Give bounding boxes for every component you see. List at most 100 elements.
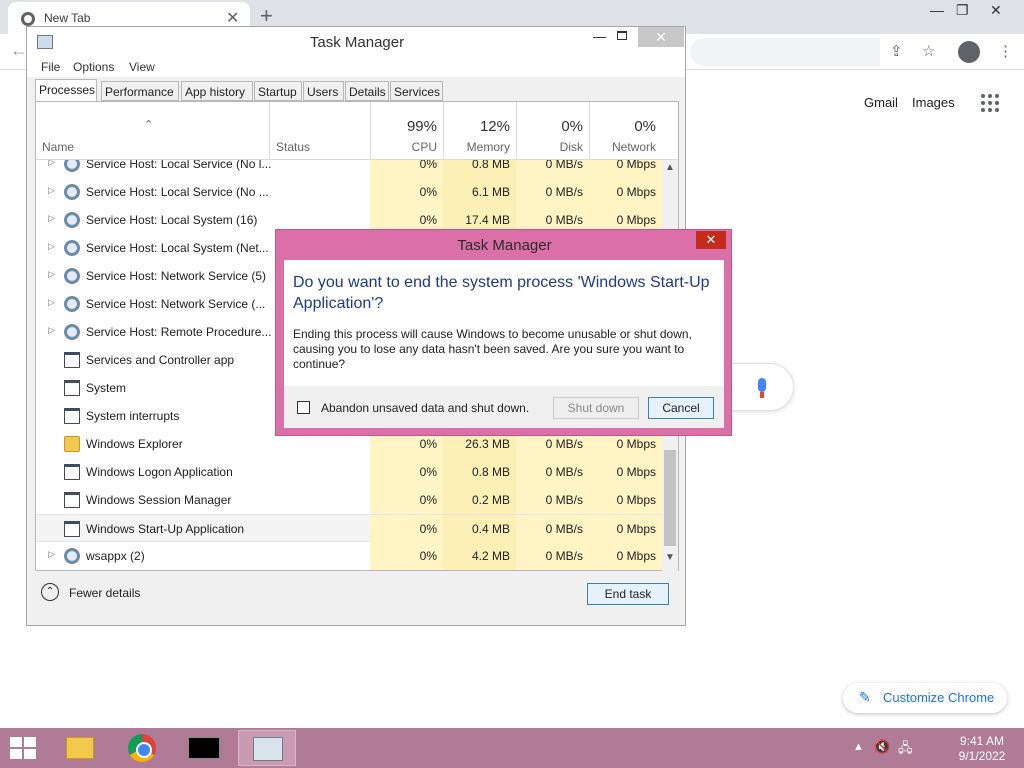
share-icon[interactable]: ⇪: [890, 42, 903, 60]
close-tab-icon[interactable]: ✕: [226, 8, 239, 28]
dialog-body-text: Ending this process will cause Windows t…: [293, 327, 692, 371]
tab-services[interactable]: Services: [390, 81, 443, 101]
tab-details[interactable]: Details: [345, 81, 389, 101]
tab-processes[interactable]: Processes: [35, 79, 97, 102]
fewer-details-label: Fewer details: [69, 586, 141, 600]
column-cpu[interactable]: 99% CPU: [370, 102, 443, 159]
process-name: Windows Start-Up Application: [86, 522, 245, 536]
customize-chrome-button[interactable]: ✎ Customize Chrome: [843, 683, 1007, 713]
disk-cell: 0 MB/s: [516, 542, 589, 570]
images-link[interactable]: Images: [912, 95, 955, 110]
tm-maximize-icon[interactable]: [617, 31, 627, 40]
browser-tab-title: New Tab: [44, 11, 91, 25]
address-bar[interactable]: [690, 38, 880, 66]
expand-icon[interactable]: ▷: [48, 297, 55, 308]
network-cell: 0 Mbps: [589, 458, 662, 486]
cpu-label: CPU: [411, 140, 437, 154]
disk-cell: 0 MB/s: [516, 486, 589, 514]
apps-grid-icon[interactable]: [981, 94, 999, 112]
table-row[interactable]: ▷ Service Host: Local Service (No ... 0%…: [36, 178, 670, 206]
tab-startup[interactable]: Startup: [254, 81, 302, 101]
tab-performance[interactable]: Performance: [101, 81, 179, 101]
bookmark-star-icon[interactable]: ☆: [922, 42, 935, 60]
table-row[interactable]: Windows Logon Application 0% 0.8 MB 0 MB…: [36, 458, 670, 486]
expand-icon[interactable]: ▷: [48, 549, 55, 560]
process-name: Service Host: Remote Procedure...: [86, 325, 272, 339]
menu-file[interactable]: File: [41, 60, 60, 74]
disk-label: Disk: [559, 140, 583, 154]
taskbar-command-prompt[interactable]: [176, 730, 234, 766]
taskbar-chrome[interactable]: [114, 730, 172, 766]
clock-time: 9:41 AM: [959, 734, 1005, 748]
network-total: 0%: [634, 118, 656, 135]
gear-icon: [64, 184, 80, 200]
close-window-icon[interactable]: ✕: [990, 2, 1002, 19]
show-hidden-icons-icon[interactable]: ▲: [853, 741, 864, 753]
cpu-total: 99%: [406, 118, 437, 135]
column-disk[interactable]: 0% Disk: [516, 102, 589, 159]
table-row[interactable]: ▷ Service Host: Local Service (No l... 0…: [36, 160, 670, 178]
scroll-down-icon[interactable]: ▼: [665, 552, 675, 563]
process-name: Service Host: Local System (Net...: [86, 241, 269, 255]
taskbar-file-explorer[interactable]: [50, 730, 108, 766]
microphone-icon[interactable]: [758, 378, 766, 398]
gear-icon: [64, 212, 80, 228]
expand-icon[interactable]: ▷: [48, 160, 55, 168]
expand-icon[interactable]: ▷: [48, 325, 55, 336]
dialog-footer: Abandon unsaved data and shut down. Shut…: [284, 386, 724, 428]
gear-icon: [64, 324, 80, 340]
taskbar-task-manager[interactable]: [238, 730, 296, 766]
menu-view[interactable]: View: [129, 60, 155, 74]
cpu-cell: 0%: [370, 458, 443, 486]
tab-users[interactable]: Users: [303, 81, 344, 101]
tm-minimize-icon[interactable]: —: [593, 29, 606, 44]
task-manager-title: Task Manager: [309, 34, 405, 51]
cancel-button[interactable]: Cancel: [648, 397, 714, 419]
process-name: wsappx (2): [86, 549, 145, 563]
abandon-data-checkbox[interactable]: [297, 401, 310, 414]
expand-icon[interactable]: ▷: [48, 241, 55, 252]
window-icon: [64, 352, 80, 368]
network-icon[interactable]: 🖧: [898, 739, 913, 761]
profile-avatar-icon[interactable]: [958, 41, 980, 63]
menu-options[interactable]: Options: [73, 60, 114, 74]
restore-icon[interactable]: ❐: [956, 2, 969, 19]
gear-icon: [64, 296, 80, 312]
memory-cell: 0.4 MB: [443, 515, 516, 543]
scroll-up-icon[interactable]: ▲: [665, 162, 675, 173]
volume-muted-icon[interactable]: 🔇: [874, 739, 890, 755]
menu-dots-icon[interactable]: ⋮: [998, 42, 1013, 60]
expand-icon[interactable]: ▷: [48, 213, 55, 224]
table-row[interactable]: ▷ wsappx (2) 0% 4.2 MB 0 MB/s 0 Mbps: [36, 542, 670, 570]
window-icon: [64, 464, 80, 480]
expand-icon[interactable]: ▷: [48, 185, 55, 196]
scrollbar-thumb[interactable]: [664, 450, 676, 546]
network-cell: 0 Mbps: [589, 515, 662, 543]
shut-down-button[interactable]: Shut down: [553, 397, 639, 419]
table-row[interactable]: Windows Session Manager 0% 0.2 MB 0 MB/s…: [36, 486, 670, 514]
customize-chrome-label: Customize Chrome: [883, 690, 995, 705]
task-manager-titlebar[interactable]: Task Manager — ✕: [27, 27, 685, 57]
abandon-data-label[interactable]: Abandon unsaved data and shut down.: [321, 401, 529, 415]
minimize-icon[interactable]: —: [930, 2, 944, 18]
expand-icon[interactable]: ▷: [48, 269, 55, 280]
tm-close-icon[interactable]: ✕: [638, 27, 684, 47]
network-cell: 0 Mbps: [589, 160, 662, 178]
column-memory[interactable]: 12% Memory: [443, 102, 516, 159]
system-clock[interactable]: 9:41 AM 9/1/2022: [950, 734, 1014, 764]
column-name[interactable]: Name: [42, 140, 74, 154]
column-network[interactable]: 0% Network: [589, 102, 662, 159]
windows-start-icon[interactable]: [10, 737, 38, 761]
tab-app-history[interactable]: App history: [181, 81, 253, 101]
end-task-button[interactable]: End task: [587, 583, 669, 605]
disk-cell: 0 MB/s: [516, 515, 589, 543]
google-search-box[interactable]: [730, 363, 794, 411]
dialog-close-icon[interactable]: ✕: [696, 231, 726, 249]
gmail-link[interactable]: Gmail: [864, 95, 898, 110]
process-name: System interrupts: [86, 409, 180, 423]
table-row-selected[interactable]: Windows Start-Up Application 0% 0.4 MB 0…: [36, 514, 670, 543]
process-name: Service Host: Network Service (...: [86, 297, 266, 311]
process-list-header: ⌃ Name Status 99% CPU 12% Memory 0% Disk…: [36, 102, 678, 160]
column-status[interactable]: Status: [269, 102, 370, 159]
end-process-dialog: Task Manager ✕ Do you want to end the sy…: [275, 229, 732, 436]
